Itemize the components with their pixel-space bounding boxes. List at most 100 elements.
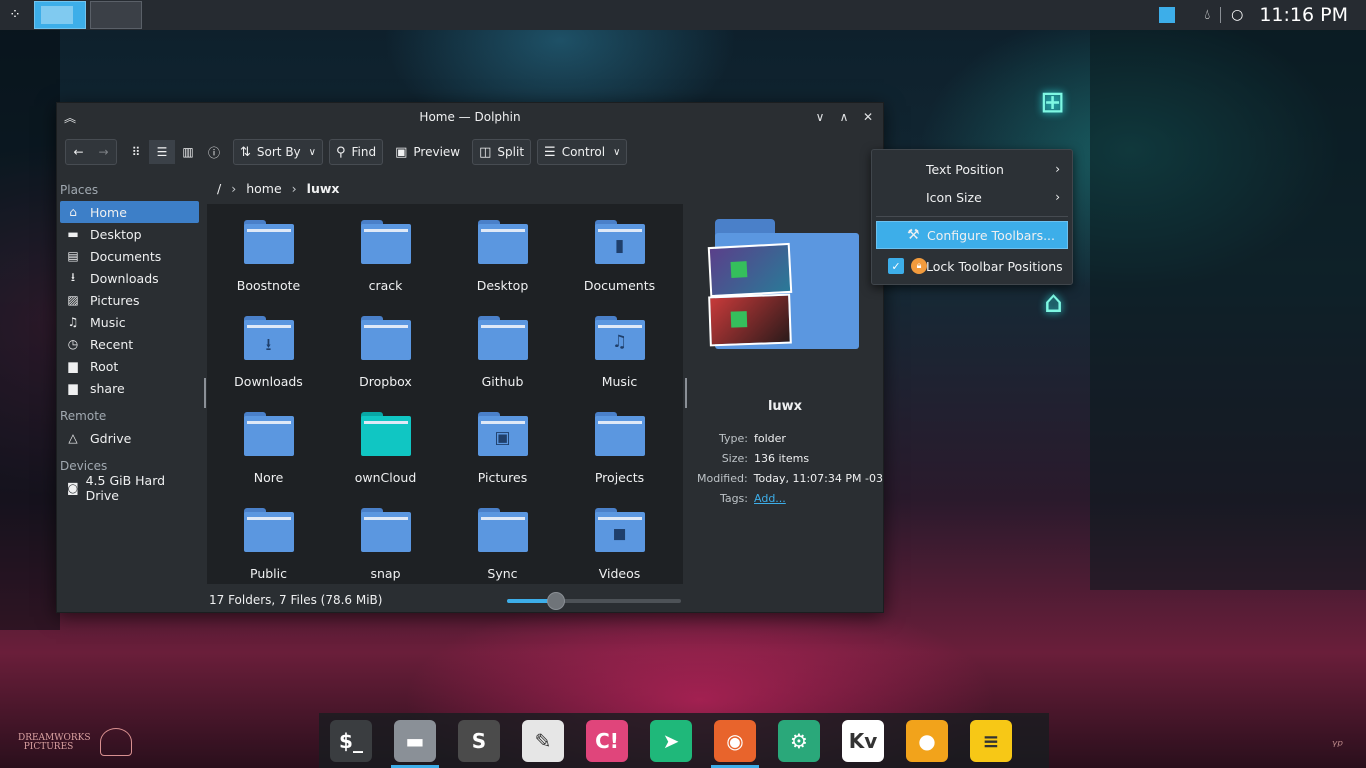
sidebar-item-label: Home [90,204,127,220]
pager-desktop-2[interactable] [90,1,142,29]
sidebar-item-pictures[interactable]: ▨ Pictures [60,289,199,311]
file-item[interactable]: crack [327,204,444,300]
sidebar-item-hard-drive[interactable]: ◙ 4.5 GiB Hard Drive [60,473,199,503]
zoom-slider-handle[interactable] [546,592,565,610]
split-button[interactable]: ◫ Split [472,139,532,165]
forward-icon[interactable]: → [91,140,116,164]
neon-sign: ⊞ [1040,85,1066,120]
dock-item-terminal[interactable]: $_ [319,713,383,768]
columns-view-icon[interactable]: ▥ [175,140,201,164]
add-tags-link[interactable]: Add... [754,492,786,505]
circle-icon[interactable]: ○ [1231,7,1243,23]
view-mode-buttons: ⠿ ☰ ▥ ⓘ [123,139,227,165]
app-launcher-icon[interactable]: ⁘ [0,0,30,30]
dock-item-sublime-text[interactable]: S [447,713,511,768]
file-item[interactable]: Desktop [444,204,561,300]
preview-button[interactable]: ▣ Preview [389,139,466,165]
file-item[interactable]: ⭳ Downloads [210,300,327,396]
settings-icon: ⚙ [778,719,820,762]
menu-item-label: Text Position [926,161,1004,177]
file-item[interactable]: Nore [210,396,327,492]
file-item[interactable]: snap [327,492,444,584]
info-folder-name: luwx [767,399,803,414]
menu-item-configure-toolbars[interactable]: ⚒ Configure Toolbars... [876,221,1068,249]
sidebar-item-home[interactable]: ⌂ Home [60,201,199,223]
chevron-right-icon: › [231,181,237,196]
titlebar[interactable]: ︽ Home — Dolphin ∨ ∧ ✕ [57,103,883,131]
info-icon[interactable]: ⓘ [201,140,227,164]
sidebar-item-root[interactable]: ▆ Root [60,355,199,377]
sidebar-item-recent[interactable]: ◷ Recent [60,333,199,355]
dock-item-unknown-app[interactable]: ● [895,713,959,768]
recent-icon: ◷ [67,337,79,351]
file-item[interactable]: Projects [561,396,678,492]
file-item[interactable]: Dropbox [327,300,444,396]
dock-item-telegram[interactable]: ➤ [639,713,703,768]
sidebar-item-documents[interactable]: ▤ Documents [60,245,199,267]
configure-icon: ⚒ [907,227,920,243]
file-item[interactable]: Public [210,492,327,584]
dock-item-system-settings[interactable]: ⚙ [767,713,831,768]
menu-item-text-position[interactable]: Text Position › [876,155,1068,183]
file-item[interactable]: ◼ Videos [561,492,678,584]
file-item[interactable]: Boostnote [210,204,327,300]
sidebar-item-label: share [90,380,125,396]
close-icon[interactable]: ✕ [857,106,879,128]
system-tray: 💧︎ ○ 11:16 PM [1158,0,1348,30]
clip-icon: C! [586,719,628,762]
folder-icon [360,412,411,456]
file-item[interactable]: ♫ Music [561,300,678,396]
sidebar-item-downloads[interactable]: ⭳ Downloads [60,267,199,289]
checkbox-checked-icon[interactable]: ✓ [888,258,904,274]
info-value: 136 items [754,452,810,465]
file-item[interactable]: ownCloud [327,396,444,492]
dock-item-file-manager[interactable]: ▬ [383,713,447,768]
file-item[interactable]: Github [444,300,561,396]
clock[interactable]: 11:16 PM [1259,4,1348,26]
zoom-slider[interactable] [507,592,681,610]
sublime-icon: S [458,719,500,762]
keep-above-icon[interactable]: ︽ [59,106,81,128]
back-icon[interactable]: ← [66,140,91,164]
breadcrumb-home[interactable]: home [246,181,281,196]
file-manager-icon: ▬ [394,719,436,762]
sort-by-button[interactable]: ⇅ Sort By ∨ [233,139,323,165]
dock-item-clipgrab[interactable]: C! [575,713,639,768]
panel-splitter[interactable] [204,378,206,408]
breadcrumb-current[interactable]: luwx [307,181,340,196]
details-view-icon[interactable]: ☰ [149,140,175,164]
file-view[interactable]: Boostnote crack Desktop ▮ Documents ⭳ Download… [207,204,683,584]
dock-item-notes[interactable]: ≡ [959,713,1023,768]
sidebar-item-gdrive[interactable]: △ Gdrive [60,427,199,449]
menu-separator [876,216,1068,217]
dock-item-text-editor[interactable]: ✎ [511,713,575,768]
sticky-notes-icon: ≡ [970,719,1012,762]
sidebar-item-label: Root [90,358,119,374]
sidebar-item-desktop[interactable]: ▬ Desktop [60,223,199,245]
file-item[interactable]: ▮ Documents [561,204,678,300]
sidebar-item-share[interactable]: ▆ share [60,377,199,399]
tray-app-icon[interactable] [1158,7,1175,23]
file-item[interactable]: Sync [444,492,561,584]
pager-desktop-1[interactable] [34,1,86,29]
folder-icon: ♫ [594,316,645,360]
control-button[interactable]: ☰ Control ∨ [537,139,628,165]
sort-by-label: Sort By [256,145,301,159]
file-name: Desktop [476,278,529,293]
drop-icon[interactable]: 💧︎ [1205,7,1211,23]
dock-item-firefox[interactable]: ◉ [703,713,767,768]
maximize-icon[interactable]: ∧ [833,106,855,128]
kvantum-icon: Kv [842,719,884,762]
dock-item-kvantum[interactable]: Kv [831,713,895,768]
icons-view-icon[interactable]: ⠿ [123,140,149,164]
minimize-icon[interactable]: ∨ [809,106,831,128]
panel-splitter[interactable] [685,378,687,408]
menu-item-lock-toolbar[interactable]: ✓ 🔒︎ Lock Toolbar Positions [876,252,1068,280]
breadcrumb-root[interactable]: / [217,181,221,196]
menu-item-icon-size[interactable]: Icon Size › [876,183,1068,211]
find-button[interactable]: ⚲ Find [328,139,384,165]
file-name: Projects [594,470,645,485]
places-header: Places [60,183,99,197]
sidebar-item-music[interactable]: ♫ Music [60,311,199,333]
file-item[interactable]: ▣ Pictures [444,396,561,492]
